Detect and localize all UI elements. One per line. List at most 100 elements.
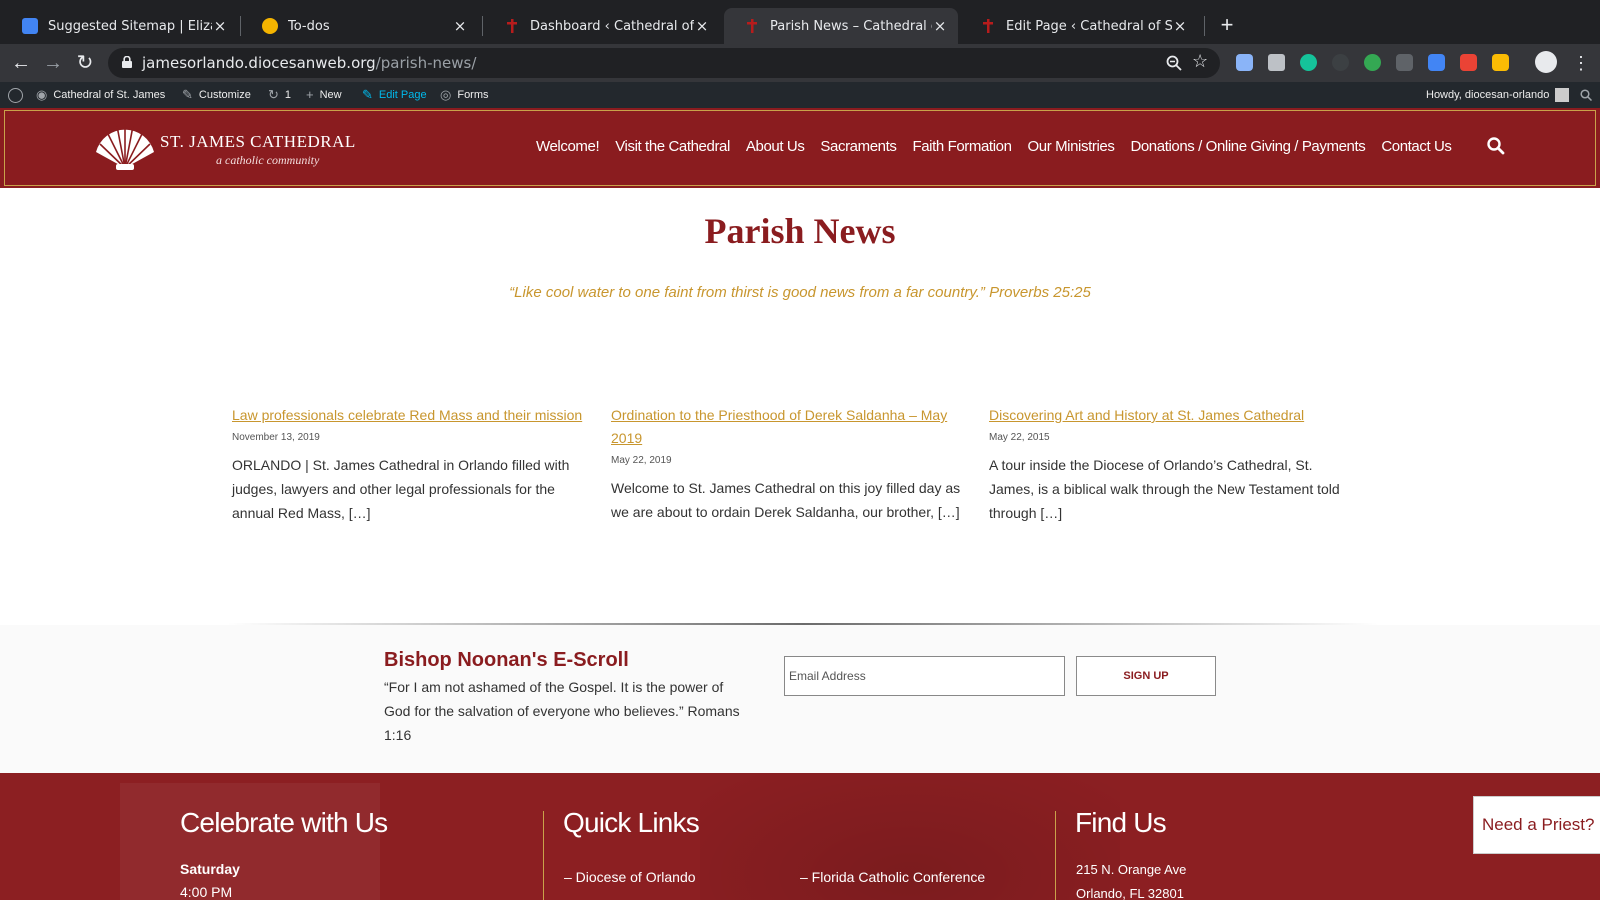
close-icon[interactable]: ×: [932, 17, 948, 35]
admin-site-name[interactable]: ◉ Cathedral of St. James: [36, 82, 165, 108]
url-path: /parish-news/: [375, 54, 477, 72]
nav-faith-formation[interactable]: Faith Formation: [912, 138, 1011, 158]
admin-site-name-label: Cathedral of St. James: [53, 89, 166, 101]
extension-icon[interactable]: [1332, 54, 1349, 71]
post-excerpt: ORLANDO | St. James Cathedral in Orlando…: [232, 457, 570, 521]
tab-separator: [240, 16, 241, 36]
reload-icon[interactable]: ↻: [72, 50, 98, 76]
cross-favicon-icon: [747, 19, 757, 33]
url-text: jamesorlando.diocesanweb.org/parish-news…: [142, 54, 476, 72]
close-icon[interactable]: ×: [452, 17, 468, 35]
page-title: Parish News: [704, 211, 896, 251]
address-line-1: 215 N. Orange Ave: [1076, 862, 1187, 877]
post-card: Discovering Art and History at St. James…: [989, 404, 1349, 525]
site-logo[interactable]: ST. JAMES CATHEDRAL a catholic community: [92, 122, 355, 172]
grammarly-icon[interactable]: [1300, 54, 1317, 71]
tab-title: Suggested Sitemap | Elizabeth: [48, 18, 212, 34]
close-icon[interactable]: ×: [694, 17, 710, 35]
footer-link-fcc[interactable]: – Florida Catholic Conference: [800, 869, 985, 885]
admin-new[interactable]: + New: [306, 82, 342, 108]
admin-forms[interactable]: ◎ Forms: [440, 82, 489, 108]
new-tab-button[interactable]: +: [1215, 12, 1239, 38]
back-icon[interactable]: ←: [8, 50, 34, 76]
post-title-link[interactable]: Ordination to the Priesthood of Derek Sa…: [611, 404, 967, 450]
dashboard-icon: ◉: [36, 87, 48, 102]
escroll-text: “For I am not ashamed of the Gospel. It …: [384, 679, 740, 743]
tab-separator: [1204, 16, 1205, 36]
wp-admin-bar: ◉ Cathedral of St. James ✎ Customize ↻ 1 + N…: [0, 82, 1600, 108]
mass-day: Saturday: [180, 861, 240, 877]
tab-edit-page[interactable]: Edit Page ‹ Cathedral of St. Jam ×: [960, 8, 1198, 44]
email-input[interactable]: [784, 656, 1065, 696]
tab-title: Parish News – Cathedral of St.: [770, 18, 932, 34]
translate-extension-icon[interactable]: [1428, 54, 1445, 71]
nav-our-ministries[interactable]: Our Ministries: [1028, 138, 1115, 158]
wordpress-logo-icon[interactable]: [8, 82, 23, 108]
footer-background-building: [120, 783, 380, 900]
address-bar[interactable]: jamesorlando.diocesanweb.org/parish-news…: [108, 48, 1220, 78]
nav-visit-the-cathedral[interactable]: Visit the Cathedral: [615, 138, 730, 158]
nav-sacraments[interactable]: Sacraments: [820, 138, 896, 158]
admin-customize-label: Customize: [198, 89, 251, 101]
cross-favicon-icon: [983, 19, 993, 33]
menu-dots-icon[interactable]: ⋮: [1568, 50, 1594, 76]
image-extension-icon[interactable]: [1236, 54, 1253, 71]
admin-forms-label: Forms: [457, 89, 489, 101]
section-divider: [228, 623, 1378, 625]
tab-suggested-sitemap[interactable]: Suggested Sitemap | Elizabeth ×: [2, 8, 238, 44]
plus-icon: +: [306, 87, 314, 102]
forward-icon[interactable]: →: [40, 50, 66, 76]
footer-divider: [543, 811, 544, 900]
close-icon[interactable]: ×: [1172, 17, 1188, 35]
search-icon[interactable]: [1486, 136, 1506, 156]
yellow-extension-icon[interactable]: [1492, 54, 1509, 71]
tab-dashboard[interactable]: Dashboard ‹ Cathedral of St. J ×: [484, 8, 720, 44]
tab-title: Dashboard ‹ Cathedral of St. J: [530, 18, 694, 34]
star-icon[interactable]: ☆: [1192, 51, 1208, 72]
docs-favicon-icon: [22, 18, 38, 34]
admin-customize[interactable]: ✎ Customize: [182, 82, 251, 108]
admin-new-label: New: [319, 89, 342, 101]
todo-favicon-icon: [262, 18, 278, 34]
profile-avatar[interactable]: [1535, 51, 1557, 73]
red-extension-icon[interactable]: [1460, 54, 1477, 71]
camera-extension-icon[interactable]: [1268, 54, 1285, 71]
close-icon[interactable]: ×: [212, 17, 228, 35]
escroll-title: Bishop Noonan's E-Scroll: [384, 649, 629, 671]
need-a-priest-button[interactable]: Need a Priest?: [1473, 796, 1600, 854]
post-title-link[interactable]: Law professionals celebrate Red Mass and…: [232, 404, 588, 427]
admin-search-icon[interactable]: [1580, 89, 1592, 101]
post-excerpt: A tour inside the Diocese of Orlando’s C…: [989, 457, 1340, 521]
tab-title: To-dos: [288, 18, 330, 34]
footer-heading-celebrate: Celebrate with Us: [180, 807, 388, 838]
site-header: ST. JAMES CATHEDRAL a catholic community…: [0, 108, 1600, 188]
footer-link-diocese[interactable]: – Diocese of Orlando: [564, 869, 696, 885]
sign-up-button[interactable]: SIGN UP: [1076, 656, 1216, 696]
admin-howdy-label: Howdy, diocesan-orlando: [1426, 89, 1550, 101]
tab-to-dos[interactable]: To-dos ×: [242, 8, 478, 44]
post-date: November 13, 2019: [232, 432, 320, 443]
url-domain: jamesorlando.diocesanweb.org: [142, 54, 376, 72]
footer-heading-quick-links: Quick Links: [563, 807, 700, 838]
tab-parish-news[interactable]: Parish News – Cathedral of St. ×: [724, 8, 958, 44]
nav-welcome[interactable]: Welcome!: [536, 138, 600, 158]
post-title-link[interactable]: Discovering Art and History at St. James…: [989, 404, 1349, 427]
nav-donations[interactable]: Donations / Online Giving / Payments: [1130, 138, 1365, 158]
main-navigation: Welcome! Visit the Cathedral About Us Sa…: [536, 138, 1452, 158]
browser-toolbar: ← → ↻ jamesorlando.diocesanweb.org/paris…: [0, 44, 1600, 82]
green-extension-icon[interactable]: [1364, 54, 1381, 71]
brush-icon: ✎: [182, 87, 193, 102]
nav-contact-us[interactable]: Contact Us: [1381, 138, 1452, 158]
nav-about-us[interactable]: About Us: [746, 138, 805, 158]
mass-time: 4:00 PM: [180, 884, 233, 900]
admin-howdy[interactable]: Howdy, diocesan-orlando: [1426, 82, 1570, 108]
pen-extension-icon[interactable]: [1396, 54, 1413, 71]
site-footer: Celebrate with Us Saturday 4:00 PM Quick…: [0, 773, 1600, 900]
admin-updates[interactable]: ↻ 1: [268, 82, 291, 108]
post-date: May 22, 2015: [989, 432, 1050, 443]
zoom-icon[interactable]: [1166, 55, 1182, 71]
address-line-2: Orlando, FL 32801: [1076, 886, 1184, 900]
admin-edit-page[interactable]: ✎ Edit Page: [362, 82, 427, 108]
tab-separator: [482, 16, 483, 36]
page-verse: “Like cool water to one faint from thirs…: [509, 284, 1091, 301]
